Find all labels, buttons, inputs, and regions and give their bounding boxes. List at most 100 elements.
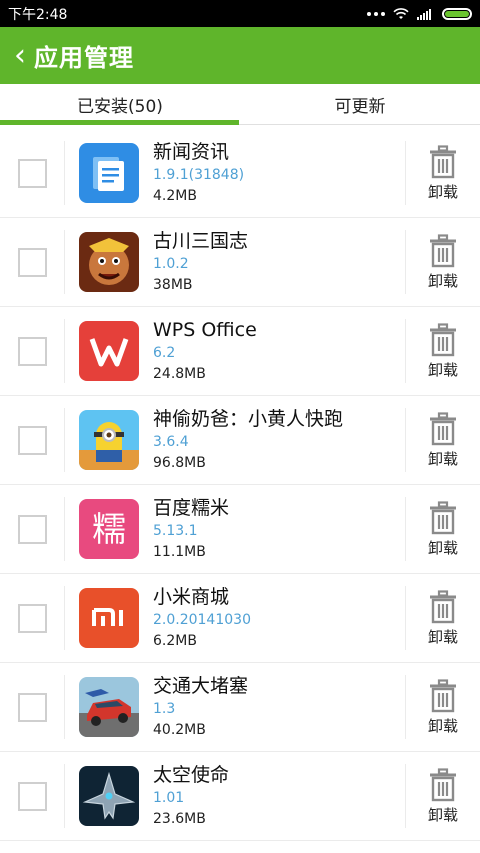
status-time: 下午2:48	[8, 6, 68, 23]
status-bar: 下午2:48	[0, 0, 480, 27]
uninstall-label: 卸载	[427, 805, 458, 824]
uninstall-button[interactable]: 卸载	[405, 675, 480, 739]
game-warrior-icon	[79, 232, 139, 292]
app-info: 太空使命 1.01 23.6MB	[153, 763, 405, 829]
app-version: 1.9.1(31848)	[153, 167, 245, 183]
app-select-checkbox[interactable]	[17, 336, 47, 366]
trash-icon	[430, 322, 456, 356]
app-size: 24.8MB	[153, 366, 206, 382]
app-row: 神偷奶爸：小黄人快跑 3.6.4 96.8MB 卸载	[0, 396, 480, 485]
app-select-checkbox[interactable]	[17, 692, 47, 722]
app-name: 交通大堵塞	[153, 675, 249, 697]
uninstall-button[interactable]: 卸载	[405, 408, 480, 472]
app-row: 古川三国志 1.0.2 38MB 卸载	[0, 218, 480, 307]
app-version: 1.3	[153, 701, 176, 717]
app-name: 古川三国志	[153, 230, 249, 252]
tab-active-indicator	[0, 120, 239, 125]
app-version: 6.2	[153, 345, 176, 361]
more-dots-icon	[367, 11, 385, 16]
app-icon-cell	[65, 766, 153, 826]
spaceship-icon	[79, 766, 139, 826]
app-info: WPS Office 6.2 24.8MB	[153, 318, 405, 384]
uninstall-label: 卸载	[427, 271, 458, 290]
minion-icon	[79, 410, 139, 470]
app-row: 新闻资讯 1.9.1(31848) 4.2MB 卸载	[0, 129, 480, 218]
app-info: 百度糯米 5.13.1 11.1MB	[153, 496, 405, 562]
trash-icon	[430, 233, 456, 267]
checkbox-cell	[0, 230, 65, 294]
nuomi-icon: 糯	[79, 499, 139, 559]
signal-icon	[417, 8, 431, 20]
app-name: 小米商城	[153, 586, 230, 608]
uninstall-label: 卸载	[427, 716, 458, 735]
app-icon-cell	[65, 410, 153, 470]
checkbox-cell	[0, 764, 65, 828]
app-select-checkbox[interactable]	[17, 158, 47, 188]
tab-updatable[interactable]: 可更新	[240, 84, 480, 124]
app-select-checkbox[interactable]	[17, 514, 47, 544]
app-info: 小米商城 2.0.20141030 6.2MB	[153, 585, 405, 651]
app-version: 1.0.2	[153, 256, 189, 272]
app-name: 神偷奶爸：小黄人快跑	[153, 408, 344, 430]
uninstall-button[interactable]: 卸载	[405, 586, 480, 650]
uninstall-label: 卸载	[427, 627, 458, 646]
app-select-checkbox[interactable]	[17, 603, 47, 633]
app-name: 太空使命	[153, 764, 230, 786]
app-bar: ‹ 应用管理	[0, 27, 480, 84]
uninstall-label: 卸载	[427, 449, 458, 468]
app-list: 新闻资讯 1.9.1(31848) 4.2MB 卸载 古川三国志 1.0.2 3…	[0, 129, 480, 841]
app-size: 4.2MB	[153, 188, 197, 204]
app-size: 6.2MB	[153, 633, 197, 649]
app-version: 3.6.4	[153, 434, 189, 450]
uninstall-label: 卸载	[427, 182, 458, 201]
checkbox-cell	[0, 408, 65, 472]
app-name: 百度糯米	[153, 497, 230, 519]
trash-icon	[430, 411, 456, 445]
status-icons	[367, 7, 472, 20]
tab-installed[interactable]: 已安装(50)	[0, 84, 240, 124]
tab-bar: 已安装(50) 可更新	[0, 84, 480, 125]
app-select-checkbox[interactable]	[17, 781, 47, 811]
app-size: 11.1MB	[153, 544, 206, 560]
app-info: 古川三国志 1.0.2 38MB	[153, 229, 405, 295]
uninstall-button[interactable]: 卸载	[405, 141, 480, 205]
app-row: 交通大堵塞 1.3 40.2MB 卸载	[0, 663, 480, 752]
checkbox-cell	[0, 497, 65, 561]
battery-icon	[442, 7, 472, 20]
checkbox-cell	[0, 319, 65, 383]
uninstall-label: 卸载	[427, 360, 458, 379]
uninstall-button[interactable]: 卸载	[405, 319, 480, 383]
app-size: 40.2MB	[153, 722, 206, 738]
app-size: 23.6MB	[153, 811, 206, 827]
checkbox-cell	[0, 141, 65, 205]
app-size: 96.8MB	[153, 455, 206, 471]
trash-icon	[430, 678, 456, 712]
app-select-checkbox[interactable]	[17, 425, 47, 455]
app-select-checkbox[interactable]	[17, 247, 47, 277]
app-info: 新闻资讯 1.9.1(31848) 4.2MB	[153, 140, 405, 206]
checkbox-cell	[0, 675, 65, 739]
app-row: 太空使命 1.01 23.6MB 卸载	[0, 752, 480, 841]
wps-icon	[79, 321, 139, 381]
app-row: WPS Office 6.2 24.8MB 卸载	[0, 307, 480, 396]
back-button[interactable]: ‹	[14, 40, 26, 71]
app-info: 神偷奶爸：小黄人快跑 3.6.4 96.8MB	[153, 407, 405, 473]
app-icon-cell	[65, 232, 153, 292]
trash-icon	[430, 767, 456, 801]
app-row: 小米商城 2.0.20141030 6.2MB 卸载	[0, 574, 480, 663]
app-icon-cell	[65, 143, 153, 203]
trash-icon	[430, 144, 456, 178]
app-icon-cell	[65, 677, 153, 737]
mi-store-icon	[79, 588, 139, 648]
uninstall-button[interactable]: 卸载	[405, 764, 480, 828]
uninstall-label: 卸载	[427, 538, 458, 557]
app-version: 5.13.1	[153, 523, 198, 539]
uninstall-button[interactable]: 卸载	[405, 497, 480, 561]
news-icon	[79, 143, 139, 203]
svg-text:糯: 糯	[92, 510, 126, 550]
page-title: 应用管理	[34, 44, 134, 72]
app-size: 38MB	[153, 277, 193, 293]
trash-icon	[430, 589, 456, 623]
uninstall-button[interactable]: 卸载	[405, 230, 480, 294]
app-icon-cell	[65, 321, 153, 381]
